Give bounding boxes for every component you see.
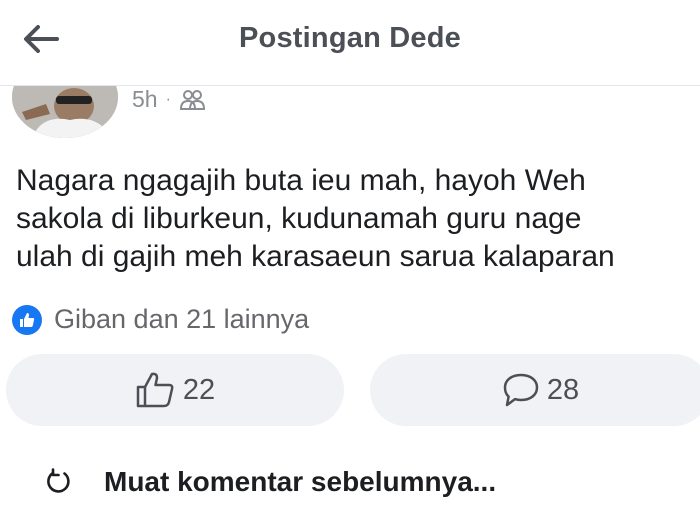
like-count: 22 [182,373,216,406]
reactions-summary[interactable]: Giban dan 21 lainnya [12,304,309,335]
post-meta: 5h · [132,86,205,113]
load-more-comments[interactable]: Muat komentar sebelumnya... [44,466,496,498]
reactions-text: Giban dan 21 lainnya [54,304,310,334]
post-time[interactable]: 5h [132,86,158,113]
load-more-label: Muat komentar sebelumnya... [104,466,497,497]
thumbs-up-icon [136,372,174,408]
page-title: Postingan Dede [239,22,461,54]
post-text: Nagara ngagajih buta ieu mah, hayoh Weh … [16,164,615,273]
comment-count: 28 [546,373,580,406]
meta-separator: · [165,90,171,108]
like-button[interactable]: 22 [6,354,344,426]
friends-icon [179,89,205,110]
comment-button[interactable]: 28 [370,354,700,426]
top-bar: Postingan Dede [0,0,700,86]
comment-icon [503,373,539,407]
refresh-icon [47,468,70,493]
like-badge-icon [12,304,42,335]
